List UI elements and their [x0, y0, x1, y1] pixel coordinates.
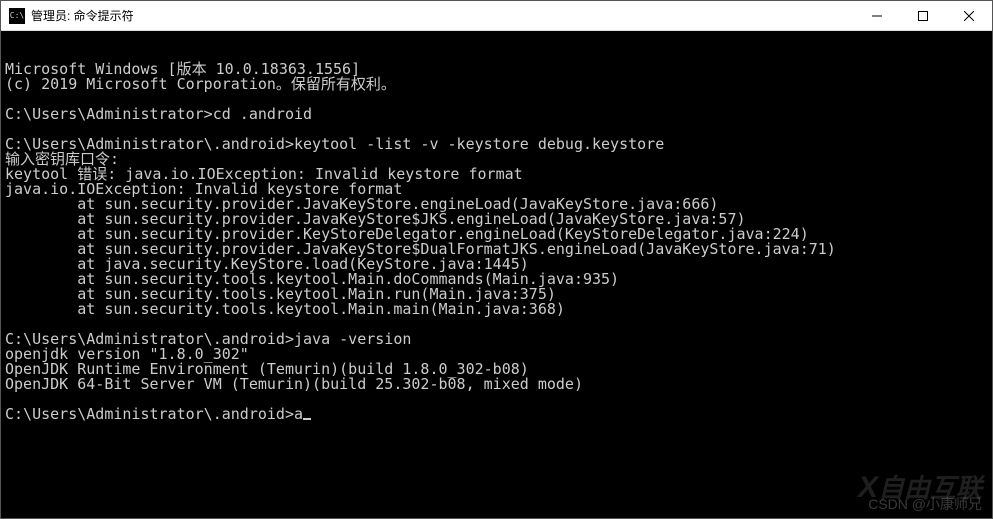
titlebar[interactable]: C:\ 管理员: 命令提示符 [1, 1, 992, 31]
minimize-button[interactable] [854, 1, 900, 30]
watermark-attribution: CSDN @小康师兄 [868, 497, 982, 512]
maximize-icon [918, 11, 928, 21]
terminal-output[interactable]: Microsoft Windows [版本 10.0.18363.1556](c… [1, 31, 992, 518]
terminal-line: OpenJDK 64-Bit Server VM (Temurin)(build… [5, 377, 988, 392]
terminal-line: C:\Users\Administrator\.android>a [5, 407, 988, 422]
command-prompt-window: C:\ 管理员: 命令提示符 Microsoft Windows [版本 10.… [0, 0, 993, 519]
terminal-line: C:\Users\Administrator\.android>keytool … [5, 137, 988, 152]
close-icon [964, 11, 974, 21]
terminal-line: at sun.security.tools.keytool.Main.main(… [5, 302, 988, 317]
minimize-icon [872, 11, 882, 21]
cmd-icon: C:\ [9, 8, 25, 24]
cursor [303, 418, 311, 420]
close-button[interactable] [946, 1, 992, 30]
maximize-button[interactable] [900, 1, 946, 30]
window-buttons [854, 1, 992, 30]
window-title: 管理员: 命令提示符 [31, 7, 854, 24]
terminal-line: (c) 2019 Microsoft Corporation。保留所有权利。 [5, 77, 988, 92]
terminal-line: C:\Users\Administrator>cd .android [5, 107, 988, 122]
watermark-brand: X自由互联 [858, 480, 982, 496]
